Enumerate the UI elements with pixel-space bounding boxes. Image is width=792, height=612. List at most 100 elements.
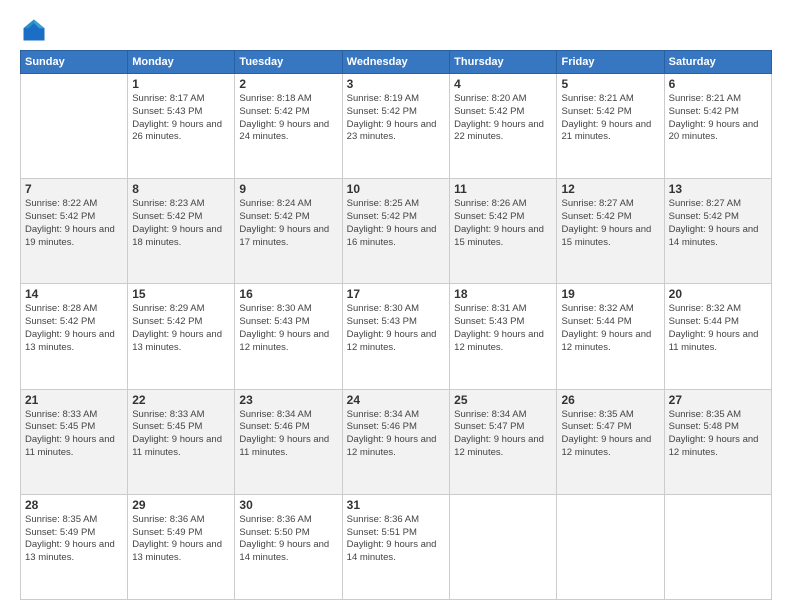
day-number: 28 <box>25 498 123 512</box>
day-info: Sunrise: 8:32 AMSunset: 5:44 PMDaylight:… <box>669 303 767 354</box>
day-number: 11 <box>454 182 552 196</box>
calendar-cell: 23Sunrise: 8:34 AMSunset: 5:46 PMDayligh… <box>235 389 342 494</box>
calendar-cell: 29 Sunrise: 8:36 AMSunset: 5:49 PMDayligh… <box>128 494 235 599</box>
day-info: Sunrise: 8:33 AMSunset: 5:45 PMDaylight:… <box>132 409 230 460</box>
day-info: Sunrise: 8:27 AMSunset: 5:42 PMDaylight:… <box>561 198 659 249</box>
day-number: 6 <box>669 77 767 91</box>
day-number: 25 <box>454 393 552 407</box>
day-info: Sunrise: 8:17 AMSunset: 5:43 PMDaylight:… <box>132 93 230 144</box>
calendar-cell: 15 Sunrise: 8:29 AMSunset: 5:42 PMDayligh… <box>128 284 235 389</box>
weekday-header-monday: Monday <box>128 51 235 74</box>
day-number: 29 <box>132 498 230 512</box>
day-info: Sunrise: 8:29 AMSunset: 5:42 PMDaylight:… <box>132 303 230 354</box>
calendar-cell <box>557 494 664 599</box>
day-info: Sunrise: 8:23 AMSunset: 5:42 PMDaylight:… <box>132 198 230 249</box>
day-info: Sunrise: 8:35 AMSunset: 5:49 PMDaylight:… <box>25 514 123 565</box>
calendar-cell: 14 Sunrise: 8:28 AMSunset: 5:42 PMDayligh… <box>21 284 128 389</box>
calendar-cell: 11 Sunrise: 8:26 AMSunset: 5:42 PMDayligh… <box>450 179 557 284</box>
weekday-header-friday: Friday <box>557 51 664 74</box>
day-info: Sunrise: 8:30 AMSunset: 5:43 PMDaylight:… <box>347 303 445 354</box>
calendar-cell: 10 Sunrise: 8:25 AMSunset: 5:42 PMDayligh… <box>342 179 449 284</box>
day-number: 26 <box>561 393 659 407</box>
day-info: Sunrise: 8:34 AMSunset: 5:47 PMDaylight:… <box>454 409 552 460</box>
day-info: Sunrise: 8:30 AMSunset: 5:43 PMDaylight:… <box>239 303 337 354</box>
day-number: 18 <box>454 287 552 301</box>
day-info: Sunrise: 8:19 AMSunset: 5:42 PMDaylight:… <box>347 93 445 144</box>
calendar-week-row: 1 Sunrise: 8:17 AMSunset: 5:43 PMDaylight… <box>21 74 772 179</box>
day-number: 2 <box>239 77 337 91</box>
calendar-cell: 26 Sunrise: 8:35 AMSunset: 5:47 PMDayligh… <box>557 389 664 494</box>
day-info: Sunrise: 8:35 AMSunset: 5:47 PMDaylight:… <box>561 409 659 460</box>
weekday-header-thursday: Thursday <box>450 51 557 74</box>
calendar-week-row: 7Sunrise: 8:22 AMSunset: 5:42 PMDaylight… <box>21 179 772 284</box>
calendar-cell: 4Sunrise: 8:20 AMSunset: 5:42 PMDaylight… <box>450 74 557 179</box>
day-number: 13 <box>669 182 767 196</box>
calendar-cell: 5 Sunrise: 8:21 AMSunset: 5:42 PMDaylight… <box>557 74 664 179</box>
calendar-cell: 1 Sunrise: 8:17 AMSunset: 5:43 PMDaylight… <box>128 74 235 179</box>
day-info: Sunrise: 8:28 AMSunset: 5:42 PMDaylight:… <box>25 303 123 354</box>
day-number: 21 <box>25 393 123 407</box>
calendar-header-row: SundayMondayTuesdayWednesdayThursdayFrid… <box>21 51 772 74</box>
day-number: 22 <box>132 393 230 407</box>
calendar-cell: 18 Sunrise: 8:31 AMSunset: 5:43 PMDayligh… <box>450 284 557 389</box>
day-number: 3 <box>347 77 445 91</box>
calendar-cell: 27 Sunrise: 8:35 AMSunset: 5:48 PMDayligh… <box>664 389 771 494</box>
day-info: Sunrise: 8:21 AMSunset: 5:42 PMDaylight:… <box>561 93 659 144</box>
day-number: 14 <box>25 287 123 301</box>
day-number: 27 <box>669 393 767 407</box>
day-info: Sunrise: 8:24 AMSunset: 5:42 PMDaylight:… <box>239 198 337 249</box>
day-info: Sunrise: 8:33 AMSunset: 5:45 PMDaylight:… <box>25 409 123 460</box>
calendar-cell <box>450 494 557 599</box>
day-info: Sunrise: 8:31 AMSunset: 5:43 PMDaylight:… <box>454 303 552 354</box>
calendar-cell: 30Sunrise: 8:36 AMSunset: 5:50 PMDayligh… <box>235 494 342 599</box>
day-number: 5 <box>561 77 659 91</box>
calendar-cell <box>664 494 771 599</box>
day-number: 23 <box>239 393 337 407</box>
day-number: 31 <box>347 498 445 512</box>
day-info: Sunrise: 8:34 AMSunset: 5:46 PMDaylight:… <box>347 409 445 460</box>
calendar-cell: 2 Sunrise: 8:18 AMSunset: 5:42 PMDaylight… <box>235 74 342 179</box>
weekday-header-saturday: Saturday <box>664 51 771 74</box>
day-info: Sunrise: 8:25 AMSunset: 5:42 PMDaylight:… <box>347 198 445 249</box>
day-number: 20 <box>669 287 767 301</box>
calendar-week-row: 21 Sunrise: 8:33 AMSunset: 5:45 PMDayligh… <box>21 389 772 494</box>
day-info: Sunrise: 8:26 AMSunset: 5:42 PMDaylight:… <box>454 198 552 249</box>
calendar-cell: 7Sunrise: 8:22 AMSunset: 5:42 PMDaylight… <box>21 179 128 284</box>
calendar-week-row: 14 Sunrise: 8:28 AMSunset: 5:42 PMDayligh… <box>21 284 772 389</box>
calendar-cell: 13 Sunrise: 8:27 AMSunset: 5:42 PMDayligh… <box>664 179 771 284</box>
calendar-cell: 9 Sunrise: 8:24 AMSunset: 5:42 PMDaylight… <box>235 179 342 284</box>
weekday-header-wednesday: Wednesday <box>342 51 449 74</box>
calendar-week-row: 28 Sunrise: 8:35 AMSunset: 5:49 PMDayligh… <box>21 494 772 599</box>
day-number: 7 <box>25 182 123 196</box>
calendar-cell: 22 Sunrise: 8:33 AMSunset: 5:45 PMDayligh… <box>128 389 235 494</box>
calendar-cell <box>21 74 128 179</box>
logo <box>20 16 52 44</box>
calendar-cell: 31Sunrise: 8:36 AMSunset: 5:51 PMDayligh… <box>342 494 449 599</box>
day-info: Sunrise: 8:18 AMSunset: 5:42 PMDaylight:… <box>239 93 337 144</box>
calendar-cell: 24 Sunrise: 8:34 AMSunset: 5:46 PMDayligh… <box>342 389 449 494</box>
weekday-header-tuesday: Tuesday <box>235 51 342 74</box>
day-info: Sunrise: 8:36 AMSunset: 5:49 PMDaylight:… <box>132 514 230 565</box>
day-number: 10 <box>347 182 445 196</box>
day-info: Sunrise: 8:27 AMSunset: 5:42 PMDaylight:… <box>669 198 767 249</box>
calendar-cell: 6Sunrise: 8:21 AMSunset: 5:42 PMDaylight… <box>664 74 771 179</box>
day-number: 15 <box>132 287 230 301</box>
calendar-table: SundayMondayTuesdayWednesdayThursdayFrid… <box>20 50 772 600</box>
day-number: 17 <box>347 287 445 301</box>
day-number: 12 <box>561 182 659 196</box>
day-info: Sunrise: 8:35 AMSunset: 5:48 PMDaylight:… <box>669 409 767 460</box>
day-number: 16 <box>239 287 337 301</box>
calendar-cell: 20 Sunrise: 8:32 AMSunset: 5:44 PMDayligh… <box>664 284 771 389</box>
day-number: 19 <box>561 287 659 301</box>
calendar-cell: 25 Sunrise: 8:34 AMSunset: 5:47 PMDayligh… <box>450 389 557 494</box>
header <box>20 16 772 44</box>
calendar-cell: 17 Sunrise: 8:30 AMSunset: 5:43 PMDayligh… <box>342 284 449 389</box>
calendar-cell: 8 Sunrise: 8:23 AMSunset: 5:42 PMDaylight… <box>128 179 235 284</box>
day-number: 1 <box>132 77 230 91</box>
page: SundayMondayTuesdayWednesdayThursdayFrid… <box>0 0 792 612</box>
calendar-cell: 28 Sunrise: 8:35 AMSunset: 5:49 PMDayligh… <box>21 494 128 599</box>
day-number: 24 <box>347 393 445 407</box>
day-number: 8 <box>132 182 230 196</box>
day-number: 9 <box>239 182 337 196</box>
calendar-cell: 19Sunrise: 8:32 AMSunset: 5:44 PMDayligh… <box>557 284 664 389</box>
